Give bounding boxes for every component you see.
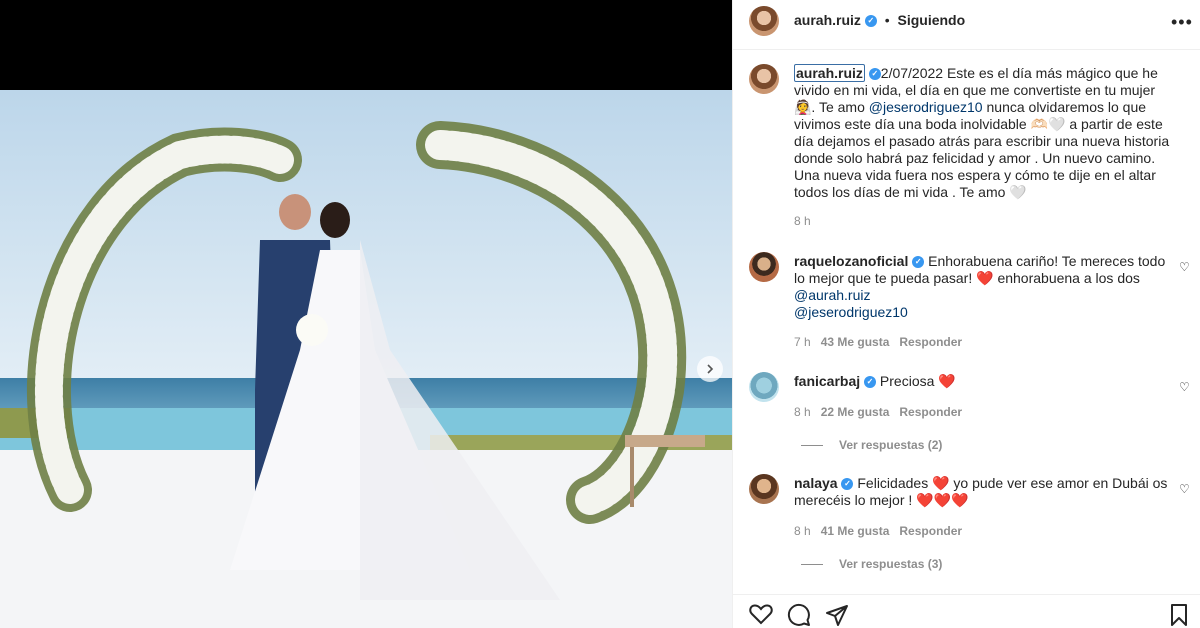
comment-meta: 8 h 22 Me gusta Responder	[794, 405, 962, 419]
post-header: aurah.ruiz ✓ • Siguiendo •••	[733, 0, 1200, 50]
header-username[interactable]: aurah.ruiz	[794, 12, 861, 28]
post-panel: aurah.ruiz ✓ • Siguiendo ••• aurah.ruiz …	[732, 0, 1200, 628]
comment-likes[interactable]: 43 Me gusta	[821, 335, 890, 349]
replies-line	[801, 564, 823, 566]
media-letterbox	[0, 0, 732, 90]
verified-badge-icon: ✓	[912, 256, 925, 269]
share-icon[interactable]	[825, 603, 849, 627]
comment-avatar[interactable]	[749, 474, 779, 504]
replies-line	[801, 445, 823, 447]
comment-mention[interactable]: @jeserodriguez10	[794, 304, 908, 320]
comment-likes[interactable]: 41 Me gusta	[821, 524, 890, 538]
comment-text: Preciosa ❤️	[879, 373, 956, 389]
more-horizontal-icon[interactable]: •••	[1171, 12, 1193, 33]
comment-likes[interactable]: 22 Me gusta	[821, 405, 890, 419]
comment-username[interactable]: nalaya	[794, 475, 838, 491]
header-user: aurah.ruiz ✓ • Siguiendo	[794, 12, 965, 28]
view-replies-label: Ver respuestas (2)	[839, 438, 943, 452]
comment-meta: 8 h 41 Me gusta Responder	[794, 524, 962, 538]
action-bar	[733, 594, 1200, 628]
comment-time: 7 h	[794, 335, 811, 349]
caption-time: 8 h	[794, 214, 811, 228]
like-comment-heart-icon[interactable]: ♡	[1179, 482, 1190, 496]
separator: •	[884, 12, 890, 28]
verified-badge-icon: ✓	[841, 478, 854, 491]
comment-nalaya: nalaya ✓ Felicidades ❤️ yo pude ver ese …	[794, 475, 1179, 509]
view-replies-label: Ver respuestas (3)	[839, 557, 943, 571]
comment-time: 8 h	[794, 524, 811, 538]
verified-badge-icon: ✓	[864, 376, 877, 389]
verified-badge-icon: ✓	[868, 68, 881, 81]
view-replies-button[interactable]: Ver respuestas (2)	[801, 438, 942, 452]
comment-avatar[interactable]	[749, 252, 779, 282]
post-caption: aurah.ruiz ✓ 2/07/2022 Este es el día más…	[794, 64, 1179, 201]
reply-button[interactable]: Responder	[899, 335, 962, 349]
heart-icon[interactable]	[749, 603, 773, 625]
caption-username[interactable]: aurah.ruiz	[794, 64, 865, 82]
comment-mention[interactable]: @aurah.ruiz	[794, 287, 870, 303]
verified-badge-icon: ✓	[864, 15, 877, 28]
wedding-photo	[0, 90, 732, 628]
comment-icon[interactable]	[787, 603, 811, 627]
comment-raquel: raquelozanoficial ✓ Enhorabuena cariño! …	[794, 253, 1179, 321]
comment-meta: 7 h 43 Me gusta Responder	[794, 335, 962, 349]
following-button[interactable]: Siguiendo	[897, 12, 965, 28]
bookmark-icon[interactable]	[1169, 603, 1189, 627]
next-photo-button[interactable]	[697, 356, 723, 382]
caption-avatar[interactable]	[749, 64, 779, 94]
reply-button[interactable]: Responder	[899, 405, 962, 419]
reply-button[interactable]: Responder	[899, 524, 962, 538]
comment-username[interactable]: raquelozanoficial	[794, 253, 908, 269]
like-comment-heart-icon[interactable]: ♡	[1179, 260, 1190, 274]
post-media	[0, 0, 732, 628]
comment-username[interactable]: fanicarbaj	[794, 373, 860, 389]
like-comment-heart-icon[interactable]: ♡	[1179, 380, 1190, 394]
caption-mention[interactable]: @jeserodriguez10	[869, 99, 983, 115]
comment-fani: fanicarbaj ✓ Preciosa ❤️	[794, 373, 1179, 390]
comment-time: 8 h	[794, 405, 811, 419]
avatar[interactable]	[749, 6, 779, 36]
comment-avatar[interactable]	[749, 372, 779, 402]
chevron-right-icon	[707, 364, 714, 374]
view-replies-button[interactable]: Ver respuestas (3)	[801, 557, 942, 571]
